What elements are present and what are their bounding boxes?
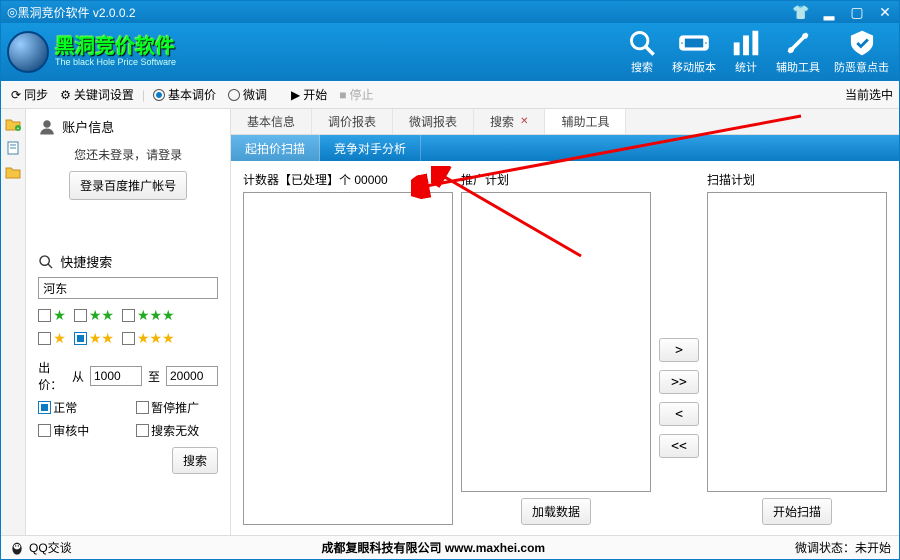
price-to-input[interactable] [166, 366, 218, 386]
folder-icon[interactable] [5, 165, 21, 179]
radio-icon [153, 89, 165, 101]
sub-tabs: 起拍价扫描 竞争对手分析 [231, 135, 899, 161]
play-icon: ▶ [291, 88, 300, 102]
tool-search[interactable]: 搜索 [626, 29, 658, 75]
search-icon [38, 254, 54, 270]
tool-aux[interactable]: 辅助工具 [776, 29, 820, 75]
fine-tune-radio[interactable]: 微调 [224, 84, 271, 105]
close-button[interactable]: ✕ [871, 3, 899, 21]
status-review[interactable]: 审核中 [38, 422, 120, 439]
star-filter-1[interactable]: ★ [38, 307, 66, 324]
company-info: 成都复眼科技有限公司 www.maxhei.com [72, 539, 795, 556]
gear-icon: ⚙ [60, 88, 71, 102]
star-filter-2[interactable]: ★★ [74, 307, 114, 324]
close-icon[interactable]: ✕ [520, 116, 528, 127]
folder-add-icon[interactable]: + [5, 117, 21, 131]
logo: 黑洞竞价软件 The black Hole Price Software [1, 31, 176, 73]
sync-button[interactable]: ⟳同步 [7, 84, 52, 105]
toolbar: ⟳同步 ⚙关键词设置 | 基本调价 微调 ▶开始 ■停止 当前选中 [1, 81, 899, 109]
svg-text:+: + [17, 126, 20, 131]
load-data-button[interactable]: 加载数据 [521, 498, 591, 525]
tab-aux-tools[interactable]: 辅助工具 [545, 109, 626, 134]
shield-icon [846, 29, 878, 57]
tab-price-report[interactable]: 调价报表 [312, 109, 393, 134]
logo-subtitle: The black Hole Price Software [55, 58, 176, 68]
tools-icon [782, 29, 814, 57]
titlebar: ◎ 黑洞竞价软件 v2.0.0.2 👕 ▂ ▢ ✕ [1, 1, 899, 23]
fine-tune-status: 微调状态：未开始 [795, 539, 891, 556]
sidebar-search-button[interactable]: 搜索 [172, 447, 218, 474]
subtab-rival[interactable]: 竞争对手分析 [320, 135, 421, 161]
stop-icon: ■ [339, 88, 346, 102]
tab-basic-info[interactable]: 基本信息 [231, 109, 312, 134]
login-message: 您还未登录，请登录 [38, 146, 218, 163]
counter-value: 00000 [354, 173, 387, 187]
star-filter-5[interactable]: ★★ [74, 330, 114, 347]
price-label: 出价： [38, 359, 66, 393]
status-normal[interactable]: 正常 [38, 399, 120, 416]
main-tabs: 基本信息 调价报表 微调报表 搜索✕ 辅助工具 [231, 109, 899, 135]
maximize-button[interactable]: ▢ [843, 3, 871, 21]
move-all-left-button[interactable]: << [659, 434, 699, 458]
sidebar: 账户信息 您还未登录，请登录 登录百度推广帐号 快捷搜索 ★ ★★ ★★★ ★ … [26, 109, 231, 535]
scan-panel: 扫描计划 开始扫描 [707, 171, 887, 525]
promo-panel: 推广计划 加载数据 [461, 171, 651, 525]
stats-icon [730, 29, 762, 57]
left-rail: + [1, 109, 26, 535]
status-pause[interactable]: 暂停推广 [136, 399, 218, 416]
star-filter-6[interactable]: ★★★ [122, 330, 175, 347]
tool-stats[interactable]: 统计 [730, 29, 762, 75]
start-scan-button[interactable]: 开始扫描 [762, 498, 832, 525]
counter-panel: 计数器【已处理】个 00000 [243, 171, 453, 525]
logo-icon [7, 31, 49, 73]
tool-mobile[interactable]: 移动版本 [672, 29, 716, 75]
tab-search[interactable]: 搜索✕ [474, 109, 545, 134]
start-button[interactable]: ▶开始 [287, 84, 331, 105]
refresh-icon: ⟳ [11, 88, 21, 102]
window-title: 黑洞竞价软件 v2.0.0.2 [17, 4, 135, 21]
move-all-right-button[interactable]: >> [659, 370, 699, 394]
statusbar: QQ交谈 成都复眼科技有限公司 www.maxhei.com 微调状态：未开始 [1, 535, 899, 559]
skin-button[interactable]: 👕 [787, 3, 815, 21]
move-right-button[interactable]: > [659, 338, 699, 362]
quick-search-header: 快捷搜索 [38, 252, 218, 271]
search-input[interactable] [38, 277, 218, 299]
radio-icon [228, 89, 240, 101]
current-selection-label: 当前选中 [845, 86, 893, 103]
move-left-button[interactable]: < [659, 402, 699, 426]
content-area: 基本信息 调价报表 微调报表 搜索✕ 辅助工具 起拍价扫描 竞争对手分析 计数器… [231, 109, 899, 535]
mobile-icon [678, 29, 710, 57]
price-from-input[interactable] [90, 366, 142, 386]
qq-chat-button[interactable]: QQ交谈 [9, 539, 72, 556]
tab-fine-report[interactable]: 微调报表 [393, 109, 474, 134]
star-filter-4[interactable]: ★ [38, 330, 66, 347]
doc-icon[interactable] [5, 141, 21, 155]
keyword-settings-button[interactable]: ⚙关键词设置 [56, 84, 138, 105]
status-invalid[interactable]: 搜索无效 [136, 422, 218, 439]
qq-icon [9, 540, 25, 556]
logo-name: 黑洞竞价软件 [55, 36, 176, 58]
user-icon [38, 118, 56, 136]
transfer-buttons: > >> < << [659, 171, 699, 525]
account-header: 账户信息 [38, 117, 218, 136]
basic-price-radio[interactable]: 基本调价 [149, 84, 220, 105]
tool-anti-click[interactable]: 防恶意点击 [834, 29, 889, 75]
login-button[interactable]: 登录百度推广帐号 [69, 171, 187, 200]
star-filter-3[interactable]: ★★★ [122, 307, 175, 324]
search-icon [626, 29, 658, 57]
header: 黑洞竞价软件 The black Hole Price Software 搜索 … [1, 23, 899, 81]
minimize-button[interactable]: ▂ [815, 3, 843, 21]
subtab-scan[interactable]: 起拍价扫描 [231, 135, 320, 161]
stop-button[interactable]: ■停止 [335, 84, 377, 105]
app-icon: ◎ [7, 5, 17, 19]
